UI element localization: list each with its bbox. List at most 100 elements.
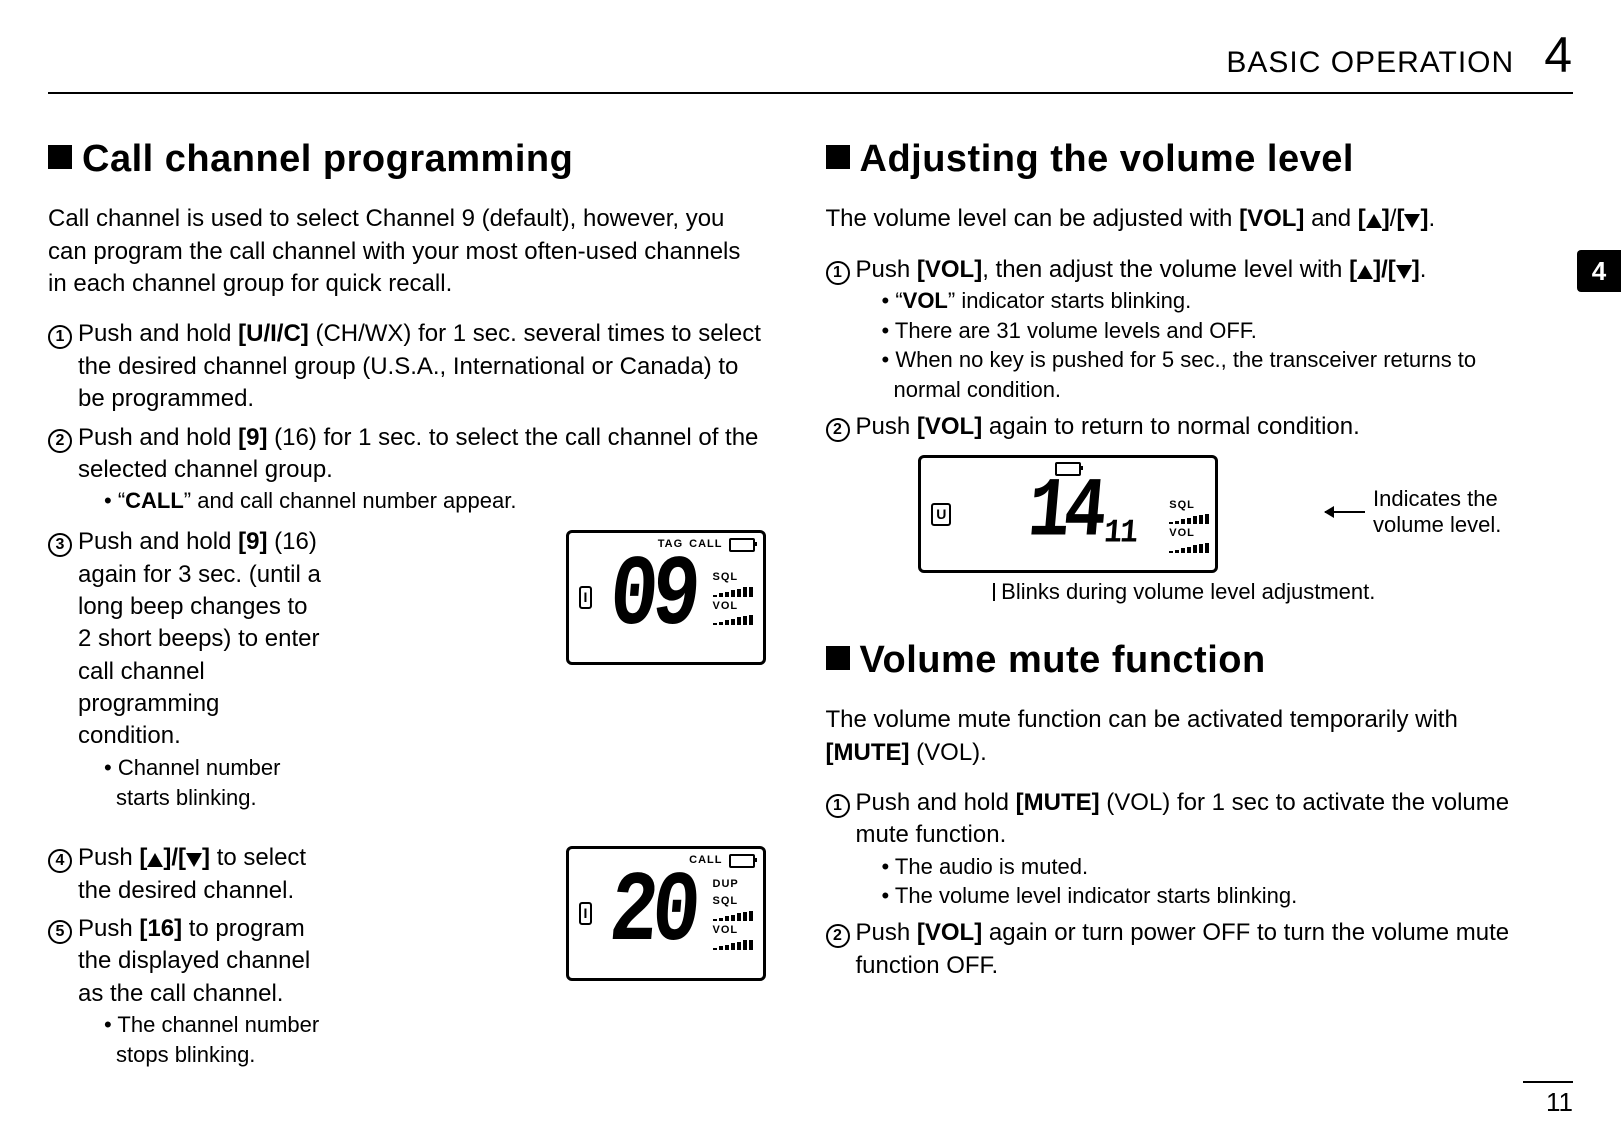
annotation-text: Blinks during volume level adjustment. [1001,577,1375,607]
mute-step-1: 1 Push and hold [MUTE] (VOL) for 1 sec t… [826,787,1544,911]
triangle-down-icon [1404,214,1420,228]
text: Push and hold [78,528,238,555]
battery-icon [729,538,755,552]
lcd-sql-label: SQL [713,570,739,585]
lcd-vol-label: VOL [1169,526,1195,541]
text: Push [78,844,139,871]
lcd-sql-label: SQL [1169,498,1195,513]
square-bullet-icon [48,145,72,169]
step-number-icon: 1 [826,794,850,818]
key-label: [VOL] [917,256,982,283]
volume-lcd-figure: U 14 11 SQL VOL [826,449,1544,607]
lcd-bars-icon [713,587,753,597]
step-4-5-block: CALL I 20 DUP SQL VOL [48,842,766,1075]
lcd-group-badge: U [931,503,951,526]
battery-icon [729,854,755,868]
key-label: [] [1358,205,1390,232]
section-title: BASIC OPERATION [1226,46,1514,80]
triangle-up-icon [1357,265,1373,279]
step-4: 4 Push []/[] to select the desired chann… [48,842,548,907]
adjust-step-1-sub3: • When no key is pushed for 5 sec., the … [882,345,1544,404]
step-number-icon: 1 [48,325,72,349]
key-label: []/[] [1349,256,1420,283]
text: and [1304,205,1357,232]
step-number-icon: 1 [826,261,850,285]
heading-text: Adjusting the volume level [860,138,1354,180]
lcd-display-20: CALL I 20 DUP SQL VOL [566,846,766,981]
key-label: [] [1396,205,1428,232]
key-label: [U/I/C] [238,320,309,347]
lcd-digits: 20 [606,864,698,964]
step-number-icon: 5 [48,920,72,944]
running-header: BASIC OPERATION 4 [48,26,1573,84]
adjust-step-2: 2 Push [VOL] again to return to normal c… [826,411,1544,443]
text: The volume mute function can be activate… [826,706,1458,733]
square-bullet-icon [826,646,850,670]
key-label: [9] [238,424,267,451]
right-column: Adjusting the volume level The volume le… [826,124,1574,1076]
text: Push [856,919,917,946]
step-2-sub: • “CALL” and call channel number appear. [104,486,766,516]
triangle-up-icon [1366,214,1382,228]
text: • “ [882,288,903,313]
step-2: 2 Push and hold [9] (16) for 1 sec. to s… [48,422,766,516]
mute-intro: The volume mute function can be activate… [826,704,1544,769]
text: ” and call channel number appear. [184,488,517,513]
annotation-arrow-a: Indicates the volume level. [1325,486,1543,539]
mute-step-1-sub2: • The volume level indicator starts blin… [882,881,1544,911]
step-5: 5 Push [16] to program the displayed cha… [48,913,548,1070]
key-label: [16] [139,915,182,942]
key-label: [VOL] [917,413,982,440]
lcd-vol-label: VOL [713,923,739,938]
text: . [1428,205,1435,232]
lcd-bars-icon [713,940,753,950]
key-label: [MUTE] [1016,789,1100,816]
text: Push and hold [78,424,238,451]
step-3-block: TAG CALL I 09 SQL VOL [48,526,766,818]
heading-call-channel: Call channel programming [48,134,766,185]
call-channel-intro: Call channel is used to select Channel 9… [48,203,766,300]
lcd-vol-label: VOL [713,599,739,614]
lcd-small-digits: 11 [1103,518,1138,551]
lcd-bars-icon [713,911,753,921]
lcd-group-badge: I [579,586,593,609]
heading-text: Call channel programming [82,138,573,180]
key-label: []/[] [139,844,210,871]
text: Push [78,915,139,942]
adjust-step-1: 1 Push [VOL], then adjust the volume lev… [826,254,1544,405]
key-label: [MUTE] [826,739,910,766]
mute-step-1-sub1: • The audio is muted. [882,852,1544,882]
text: again to return to normal condition. [982,413,1360,440]
step-number-icon: 2 [826,418,850,442]
key-label: [VOL] [1239,205,1304,232]
step-number-icon: 3 [48,533,72,557]
text: Push [856,413,917,440]
lcd-big-digits: 14 [1025,472,1104,556]
lcd-bars-icon [713,615,753,625]
heading-text: Volume mute function [860,639,1266,681]
triangle-down-icon [1396,265,1412,279]
text: Push and hold [856,789,1016,816]
text: The volume level can be adjusted with [826,205,1240,232]
text: (VOL). [909,739,986,766]
chapter-number: 4 [1544,26,1573,84]
lcd-display-09: TAG CALL I 09 SQL VOL [566,530,766,665]
step-5-sub: • The channel number stops blinking. [104,1010,328,1069]
lcd-bars-icon [1169,543,1209,553]
text: , then adjust the volume level with [982,256,1349,283]
page: BASIC OPERATION 4 Call channel programmi… [0,0,1621,1136]
text: . [1420,256,1427,283]
key-label: VOL [903,288,948,313]
triangle-down-icon [186,853,202,867]
chapter-thumb-tab: 4 [1577,250,1621,292]
step-1: 1 Push and hold [U/I/C] (CH/WX) for 1 se… [48,318,766,415]
lcd-digits: 09 [606,548,698,648]
adjust-step-1-sub2: • There are 31 volume levels and OFF. [882,316,1544,346]
lcd-dup-indicator: DUP [713,877,739,892]
step-number-icon: 4 [48,849,72,873]
text: • “ [104,488,125,513]
text: Push and hold [78,320,238,347]
left-column: Call channel programming Call channel is… [48,124,766,1076]
key-label: [9] [238,528,267,555]
adjust-step-1-sub1: • “VOL” indicator starts blinking. [882,286,1544,316]
